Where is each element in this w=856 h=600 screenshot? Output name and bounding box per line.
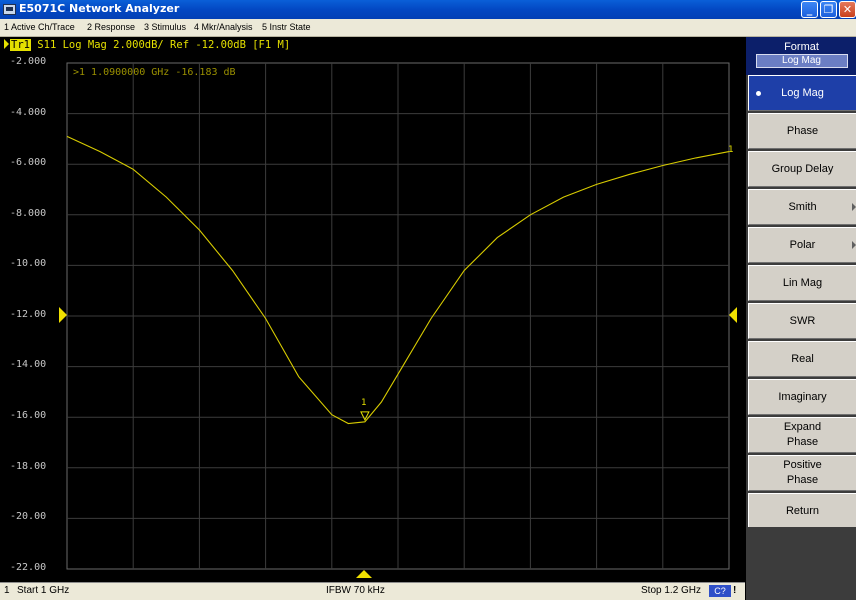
app-icon [3,4,16,15]
y-tick-label: -4.000 [10,107,47,118]
y-tick-label: -6.000 [10,157,47,168]
menu-mkr-analysis[interactable]: 4 Mkr/Analysis [194,22,253,32]
softkey-return[interactable]: Return [748,493,856,529]
trace-description: S11 Log Mag 2.000dB/ Ref -12.00dB [F1 M] [37,39,291,51]
softkey-panel: Format Log Mag Log Mag Phase Group Delay… [745,37,856,600]
minimize-button[interactable]: _ [801,1,818,18]
softkey-label: SWR [789,314,816,327]
panel-header: Format Log Mag [746,37,856,75]
stop-frequency[interactable]: Stop 1.2 GHz [641,585,701,596]
softkey-label: Phase [786,124,819,137]
menu-response[interactable]: 2 Response [87,22,135,32]
softkey-positive-phase[interactable]: Positive Phase [748,455,856,491]
calibration-status-badge: C? [709,585,731,597]
softkey-swr[interactable]: SWR [748,303,856,339]
start-frequency[interactable]: Start 1 GHz [17,585,69,596]
y-tick-label: -18.00 [10,461,47,472]
softkey-phase[interactable]: Phase [748,113,856,149]
marker-number-label: 1 [361,398,367,408]
y-tick-label: -14.00 [10,359,47,370]
softkey-lin-mag[interactable]: Lin Mag [748,265,856,301]
menu-active-ch-trace[interactable]: 1 Active Ch/Trace [4,22,75,32]
window-title-bar: E5071C Network Analyzer _ ❐ ✕ [0,0,856,19]
softkey-label: Smith [788,200,817,213]
softkey-label: Group Delay [771,162,834,175]
softkey-expand-phase[interactable]: Expand Phase [748,417,856,453]
trace-id-badge: Tr1 [10,39,31,51]
trace-header[interactable]: Tr1 S11 Log Mag 2.000dB/ Ref -12.00dB [F… [4,39,290,53]
softkey-imaginary[interactable]: Imaginary [748,379,856,415]
submenu-arrow-icon [852,241,856,249]
softkey-polar[interactable]: Polar [748,227,856,263]
restore-button[interactable]: ❐ [820,1,837,18]
marker-readout: >1 1.0900000 GHz -16.183 dB [73,67,236,78]
softkey-label: Log Mag [781,86,824,99]
menu-bar: 1 Active Ch/Trace 2 Response 3 Stimulus … [0,19,856,37]
softkey-label: Expand Phase [783,421,822,448]
close-button[interactable]: ✕ [839,1,856,18]
selected-dot-icon [756,91,761,96]
channel-number: 1 [4,585,10,596]
y-tick-label: -20.00 [10,511,47,522]
warning-indicator: ! [733,585,737,596]
ifbw-value[interactable]: IFBW 70 kHz [326,585,385,596]
y-tick-label: -22.00 [10,562,47,573]
submenu-arrow-icon [852,203,856,211]
active-trace-arrow-icon [4,39,9,49]
trace-end-label: 1 [728,145,734,155]
network-analyzer-app: E5071C Network Analyzer _ ❐ ✕ 1 Active C… [0,0,856,600]
y-tick-label: -12.00 [10,309,47,320]
softkey-smith[interactable]: Smith [748,189,856,225]
softkey-label: Real [791,352,814,365]
y-tick-label: -2.000 [10,56,47,67]
window-title: E5071C Network Analyzer [19,2,180,15]
status-bar: 1 Start 1 GHz IFBW 70 kHz Stop 1.2 GHz C… [0,582,745,600]
reference-level-left-icon[interactable] [59,307,67,323]
y-tick-label: -8.000 [10,208,47,219]
panel-title: Format [784,41,819,53]
softkey-real[interactable]: Real [748,341,856,377]
menu-stimulus[interactable]: 3 Stimulus [144,22,186,32]
softkey-label: Polar [789,238,816,251]
softkey-label: Imaginary [778,390,827,403]
trace-chart [66,62,730,570]
reference-level-right-icon[interactable] [729,307,737,323]
panel-empty-area [746,527,856,600]
softkey-label: Return [785,504,820,517]
stimulus-marker-icon[interactable] [356,570,372,578]
panel-current-value: Log Mag [755,54,848,68]
softkey-label: Positive Phase [783,459,822,486]
menu-instr-state[interactable]: 5 Instr State [262,22,311,32]
softkey-group-delay[interactable]: Group Delay [748,151,856,187]
softkey-label: Lin Mag [782,276,823,289]
softkey-log-mag[interactable]: Log Mag [748,75,856,111]
y-tick-label: -10.00 [10,258,47,269]
plot-area[interactable]: Tr1 S11 Log Mag 2.000dB/ Ref -12.00dB [F… [0,37,745,582]
y-tick-label: -16.00 [10,410,47,421]
